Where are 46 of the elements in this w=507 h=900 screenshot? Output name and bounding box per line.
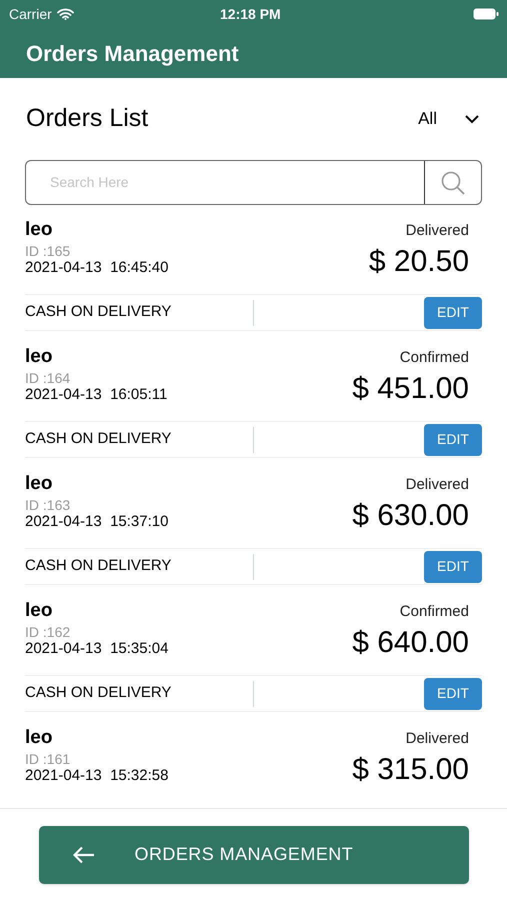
battery-icon [473, 8, 499, 20]
payment-method: CASH ON DELIVERY [25, 683, 172, 704]
order-status: Delivered [406, 730, 469, 748]
order-id: ID :162 [25, 624, 72, 640]
order-datetime: 2021-04-13 15:35:04 [25, 640, 168, 657]
customer-name: leo [25, 726, 54, 750]
screen-title: Orders Management [26, 40, 239, 68]
orders-management-button[interactable]: ORDERS MANAGEMENT [38, 826, 468, 884]
order-amount: $ 630.00 [352, 499, 469, 533]
customer-name: leo [25, 218, 54, 242]
back-arrow-icon [72, 846, 94, 864]
customer-name: leo [25, 345, 54, 369]
search-icon [440, 170, 466, 196]
search-bar[interactable]: Search Here [25, 160, 482, 205]
order-id: ID :164 [25, 370, 72, 386]
clock-time: 12:18 PM [220, 4, 281, 24]
payment-method: CASH ON DELIVERY [25, 556, 172, 576]
chevron-down-icon [465, 114, 479, 124]
search-input[interactable]: Search Here [26, 161, 424, 204]
order-status: Confirmed [400, 603, 469, 621]
order-datetime: 2021-04-13 16:45:40 [25, 259, 168, 276]
list-title: Orders List [26, 103, 148, 134]
order-status: Confirmed [400, 349, 469, 367]
customer-name: leo [25, 472, 54, 496]
edit-button[interactable]: EDIT [424, 296, 482, 328]
carrier-label: Carrier [9, 4, 52, 24]
order-datetime: 2021-04-13 15:32:58 [25, 767, 168, 784]
edit-button[interactable]: EDIT [424, 678, 482, 710]
order-id: ID :161 [25, 751, 72, 767]
order-amount: $ 20.50 [368, 245, 469, 279]
customer-name: leo [25, 599, 54, 623]
edit-button[interactable]: EDIT [424, 550, 482, 582]
order-datetime: 2021-04-13 16:05:11 [25, 386, 168, 403]
order-status: Delivered [406, 476, 469, 494]
edit-button[interactable]: EDIT [424, 424, 482, 456]
wifi-icon [56, 8, 74, 20]
order-datetime: 2021-04-13 15:37:10 [25, 513, 168, 530]
order-status: Delivered [406, 222, 469, 240]
payment-method: CASH ON DELIVERY [25, 429, 172, 450]
order-id: ID :163 [25, 497, 72, 513]
order-amount: $ 315.00 [352, 753, 469, 787]
order-id: ID :165 [25, 243, 72, 259]
payment-method: CASH ON DELIVERY [25, 302, 172, 322]
order-amount: $ 640.00 [352, 626, 469, 660]
order-amount: $ 451.00 [352, 372, 469, 406]
filter-dropdown[interactable]: All [418, 106, 479, 132]
